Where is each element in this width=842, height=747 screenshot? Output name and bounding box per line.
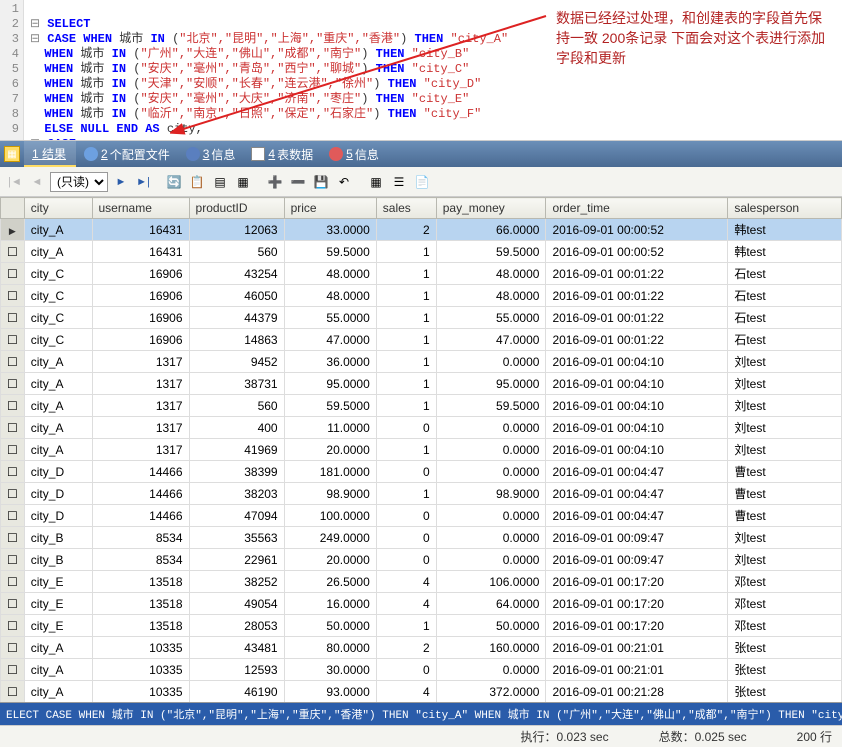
table-row[interactable]: ☐city_A13173873195.0000195.00002016-09-0… (1, 373, 842, 395)
insert-row-button[interactable]: ➕ (265, 172, 285, 192)
result-tabs: ▦ 1 结果 2 个配置文件 3 信息 4 表数据 5 信息 (0, 141, 842, 167)
nav-last[interactable]: ►| (134, 173, 152, 191)
table-row[interactable]: ☐city_A1643156059.5000159.50002016-09-01… (1, 241, 842, 263)
line-gutter: 123456789 (0, 0, 24, 140)
status-rows: 200 行 (797, 728, 832, 745)
delete-row-button[interactable]: ➖ (288, 172, 308, 192)
tab-profiles[interactable]: 2 个配置文件 (76, 141, 178, 167)
data-grid[interactable]: cityusernameproductIDpricesalespay_money… (0, 197, 842, 703)
status-bar: 执行：0.023 sec 总数：0.025 sec 200 行 (0, 725, 842, 747)
result-icon: ▦ (4, 146, 20, 162)
table-row[interactable]: ☐city_A103351259330.000000.00002016-09-0… (1, 659, 842, 681)
col-price[interactable]: price (284, 198, 376, 219)
tab-info-3[interactable]: 3 信息 (178, 141, 244, 167)
table-row[interactable]: ☐city_C169064605048.0000148.00002016-09-… (1, 285, 842, 307)
tab-result-1[interactable]: 1 结果 (24, 141, 76, 167)
table-row[interactable]: ☐city_B85342296120.000000.00002016-09-01… (1, 549, 842, 571)
table-row[interactable]: ☐city_A131740011.000000.00002016-09-01 0… (1, 417, 842, 439)
table-row[interactable]: ☐city_C169064325448.0000148.00002016-09-… (1, 263, 842, 285)
save-button[interactable]: 💾 (311, 172, 331, 192)
grid-icon (251, 147, 265, 161)
table-row[interactable]: ☐city_E135184905416.0000464.00002016-09-… (1, 593, 842, 615)
table-row[interactable]: ☐city_B853435563249.000000.00002016-09-0… (1, 527, 842, 549)
table-row[interactable]: ☐city_D1446647094100.000000.00002016-09-… (1, 505, 842, 527)
info-icon (186, 147, 200, 161)
export-button[interactable]: 📋 (187, 172, 207, 192)
data-grid-wrap[interactable]: cityusernameproductIDpricesalespay_money… (0, 197, 842, 703)
nav-first[interactable]: |◄ (6, 173, 24, 191)
warn-icon (329, 147, 343, 161)
table-row[interactable]: ☐city_D144663820398.9000198.90002016-09-… (1, 483, 842, 505)
annotation-text: 数据已经经过处理，和创建表的字段首先保持一致 200条记录 下面会对这个表进行添… (556, 8, 830, 68)
col-salesperson[interactable]: salesperson (728, 198, 842, 219)
col-pay_money[interactable]: pay_money (436, 198, 546, 219)
col-city[interactable]: city (24, 198, 92, 219)
table-row[interactable]: ☐city_C169064437955.0000155.00002016-09-… (1, 307, 842, 329)
table-row[interactable]: city_A164311206333.0000266.00002016-09-0… (1, 219, 842, 241)
status-total: 总数：0.025 sec (659, 728, 747, 745)
views-button[interactable]: ▤ (210, 172, 230, 192)
table-row[interactable]: ☐city_E135183825226.50004106.00002016-09… (1, 571, 842, 593)
table-row[interactable]: ☐city_A13174196920.000010.00002016-09-01… (1, 439, 842, 461)
col-sales[interactable]: sales (376, 198, 436, 219)
table-row[interactable]: ☐city_E135182805350.0000150.00002016-09-… (1, 615, 842, 637)
table-row[interactable]: ☐city_A1317945236.000010.00002016-09-01 … (1, 351, 842, 373)
readonly-select[interactable]: (只读) (50, 172, 108, 192)
nav-next[interactable]: ► (112, 173, 130, 191)
tab-table-data[interactable]: 4 表数据 (243, 141, 321, 167)
profile-icon (84, 147, 98, 161)
text-view-button[interactable]: 📄 (412, 172, 432, 192)
filter-button[interactable]: ▦ (233, 172, 253, 192)
sql-status-strip: ELECT CASE WHEN 城市 IN ("北京","昆明","上海","重… (0, 703, 842, 725)
form-view-button[interactable]: ☰ (389, 172, 409, 192)
table-row[interactable]: ☐city_A103354619093.00004372.00002016-09… (1, 681, 842, 703)
grid-view-button[interactable]: ▦ (366, 172, 386, 192)
refresh-button[interactable]: 🔄 (164, 172, 184, 192)
tab-info-5[interactable]: 5 信息 (321, 141, 387, 167)
col-productID[interactable]: productID (189, 198, 284, 219)
cancel-button[interactable]: ↶ (334, 172, 354, 192)
grid-toolbar: |◄ ◄ (只读) ► ►| 🔄 📋 ▤ ▦ ➕ ➖ 💾 ↶ ▦ ☰ 📄 (0, 167, 842, 197)
table-row[interactable]: ☐city_C169061486347.0000147.00002016-09-… (1, 329, 842, 351)
table-row[interactable]: ☐city_A131756059.5000159.50002016-09-01 … (1, 395, 842, 417)
sql-code-editor[interactable]: 123456789 ⊟ SELECT ⊟ CASE WHEN 城市 IN ("北… (0, 0, 842, 141)
table-row[interactable]: ☐city_A103354348180.00002160.00002016-09… (1, 637, 842, 659)
col-username[interactable]: username (92, 198, 189, 219)
col-order_time[interactable]: order_time (546, 198, 728, 219)
status-exec: 执行：0.023 sec (521, 728, 609, 745)
kw-select: SELECT (47, 17, 90, 31)
table-row[interactable]: ☐city_D1446638399181.000000.00002016-09-… (1, 461, 842, 483)
nav-prev[interactable]: ◄ (28, 173, 46, 191)
